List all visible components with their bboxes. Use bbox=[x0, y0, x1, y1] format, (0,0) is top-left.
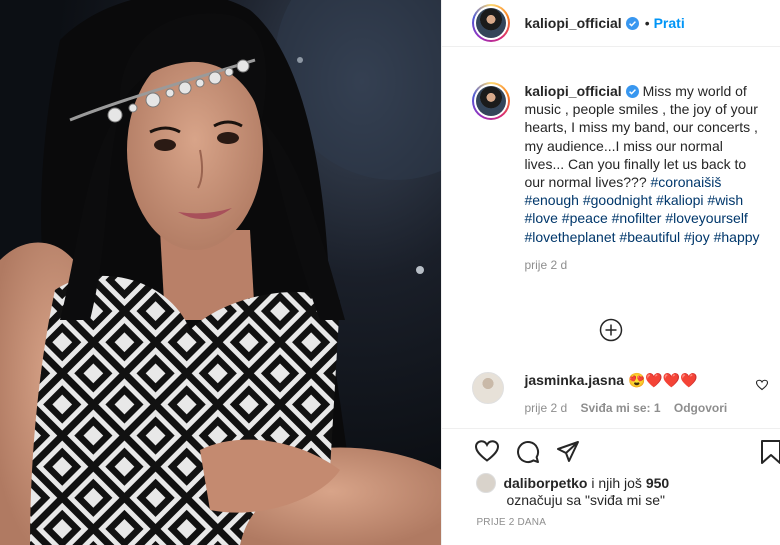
hashtag-link[interactable]: #coronaišiš bbox=[651, 174, 722, 190]
selfie-image bbox=[0, 0, 442, 545]
verified-badge-icon bbox=[625, 85, 639, 98]
comment-item: jasminka.jasna 😍❤️❤️❤️ prije 2 d Sviđa m… bbox=[472, 372, 772, 415]
caption: kaliopi_official Miss my world of music … bbox=[472, 82, 772, 272]
comment-likes[interactable]: Sviđa mi se: 1 bbox=[580, 401, 660, 415]
commenter-avatar[interactable] bbox=[472, 372, 505, 404]
commenter-username[interactable]: jasminka.jasna bbox=[524, 372, 624, 388]
hashtag-link[interactable]: #enough bbox=[524, 192, 579, 208]
comment-icon[interactable] bbox=[516, 440, 540, 464]
caption-avatar[interactable] bbox=[472, 82, 511, 120]
post-photo[interactable] bbox=[0, 0, 443, 545]
liker-avatar[interactable] bbox=[476, 473, 497, 493]
follow-button[interactable]: Prati bbox=[654, 15, 685, 31]
caption-time[interactable]: prije 2 d bbox=[524, 258, 764, 272]
save-bookmark-icon[interactable] bbox=[760, 440, 780, 464]
post-date[interactable]: PRIJE 2 DANA bbox=[476, 517, 546, 528]
add-comment-icon[interactable] bbox=[599, 318, 623, 342]
likes-count[interactable]: 950 bbox=[646, 475, 669, 491]
comment-emojis: 😍❤️❤️❤️ bbox=[627, 372, 698, 388]
hashtag-link[interactable]: #peace bbox=[562, 210, 608, 226]
action-bar bbox=[442, 428, 780, 474]
header-username[interactable]: kaliopi_official bbox=[524, 15, 621, 31]
like-heart-icon[interactable] bbox=[475, 440, 500, 462]
share-icon[interactable] bbox=[556, 440, 580, 464]
hashtag-link[interactable]: #loveyourself bbox=[665, 210, 748, 226]
caption-text: kaliopi_official Miss my world of music … bbox=[524, 82, 764, 246]
hashtag-link[interactable]: #nofilter bbox=[612, 210, 662, 226]
caption-body: Miss my world of music , people smiles ,… bbox=[524, 83, 758, 191]
comment-meta: prije 2 d Sviđa mi se: 1 Odgovori bbox=[524, 401, 737, 415]
hashtag-link[interactable]: #love bbox=[524, 210, 557, 226]
likes-summary: daliborpetko i njih još 950 bbox=[476, 473, 669, 493]
liker-username[interactable]: daliborpetko bbox=[503, 475, 587, 491]
instagram-post: kaliopi_official • Prati kaliopi_officia… bbox=[0, 0, 780, 545]
post-header: kaliopi_official • Prati bbox=[442, 0, 780, 47]
verified-badge-icon bbox=[625, 16, 639, 30]
header-separator: • bbox=[644, 15, 650, 31]
reply-button[interactable]: Odgovori bbox=[674, 401, 727, 415]
likes-connector: i njih još bbox=[591, 475, 642, 491]
hashtag-link[interactable]: #joy bbox=[684, 229, 710, 245]
post-side-panel: kaliopi_official • Prati kaliopi_officia… bbox=[442, 0, 780, 545]
hashtag-link[interactable]: #lovetheplanet bbox=[524, 229, 615, 245]
caption-username[interactable]: kaliopi_official bbox=[524, 83, 621, 99]
hashtag-link[interactable]: #wish bbox=[707, 192, 743, 208]
hashtag-link[interactable]: #kaliopi bbox=[656, 192, 703, 208]
hashtag-link[interactable]: #goodnight bbox=[583, 192, 652, 208]
comment-time[interactable]: prije 2 d bbox=[524, 401, 567, 415]
profile-avatar[interactable] bbox=[472, 4, 511, 42]
hashtag-link[interactable]: #beautiful bbox=[619, 229, 680, 245]
likes-subtext: označuju sa "sviđa mi se" bbox=[506, 492, 666, 508]
hashtag-link[interactable]: #happy bbox=[714, 229, 760, 245]
comment-like-icon[interactable] bbox=[756, 379, 768, 391]
